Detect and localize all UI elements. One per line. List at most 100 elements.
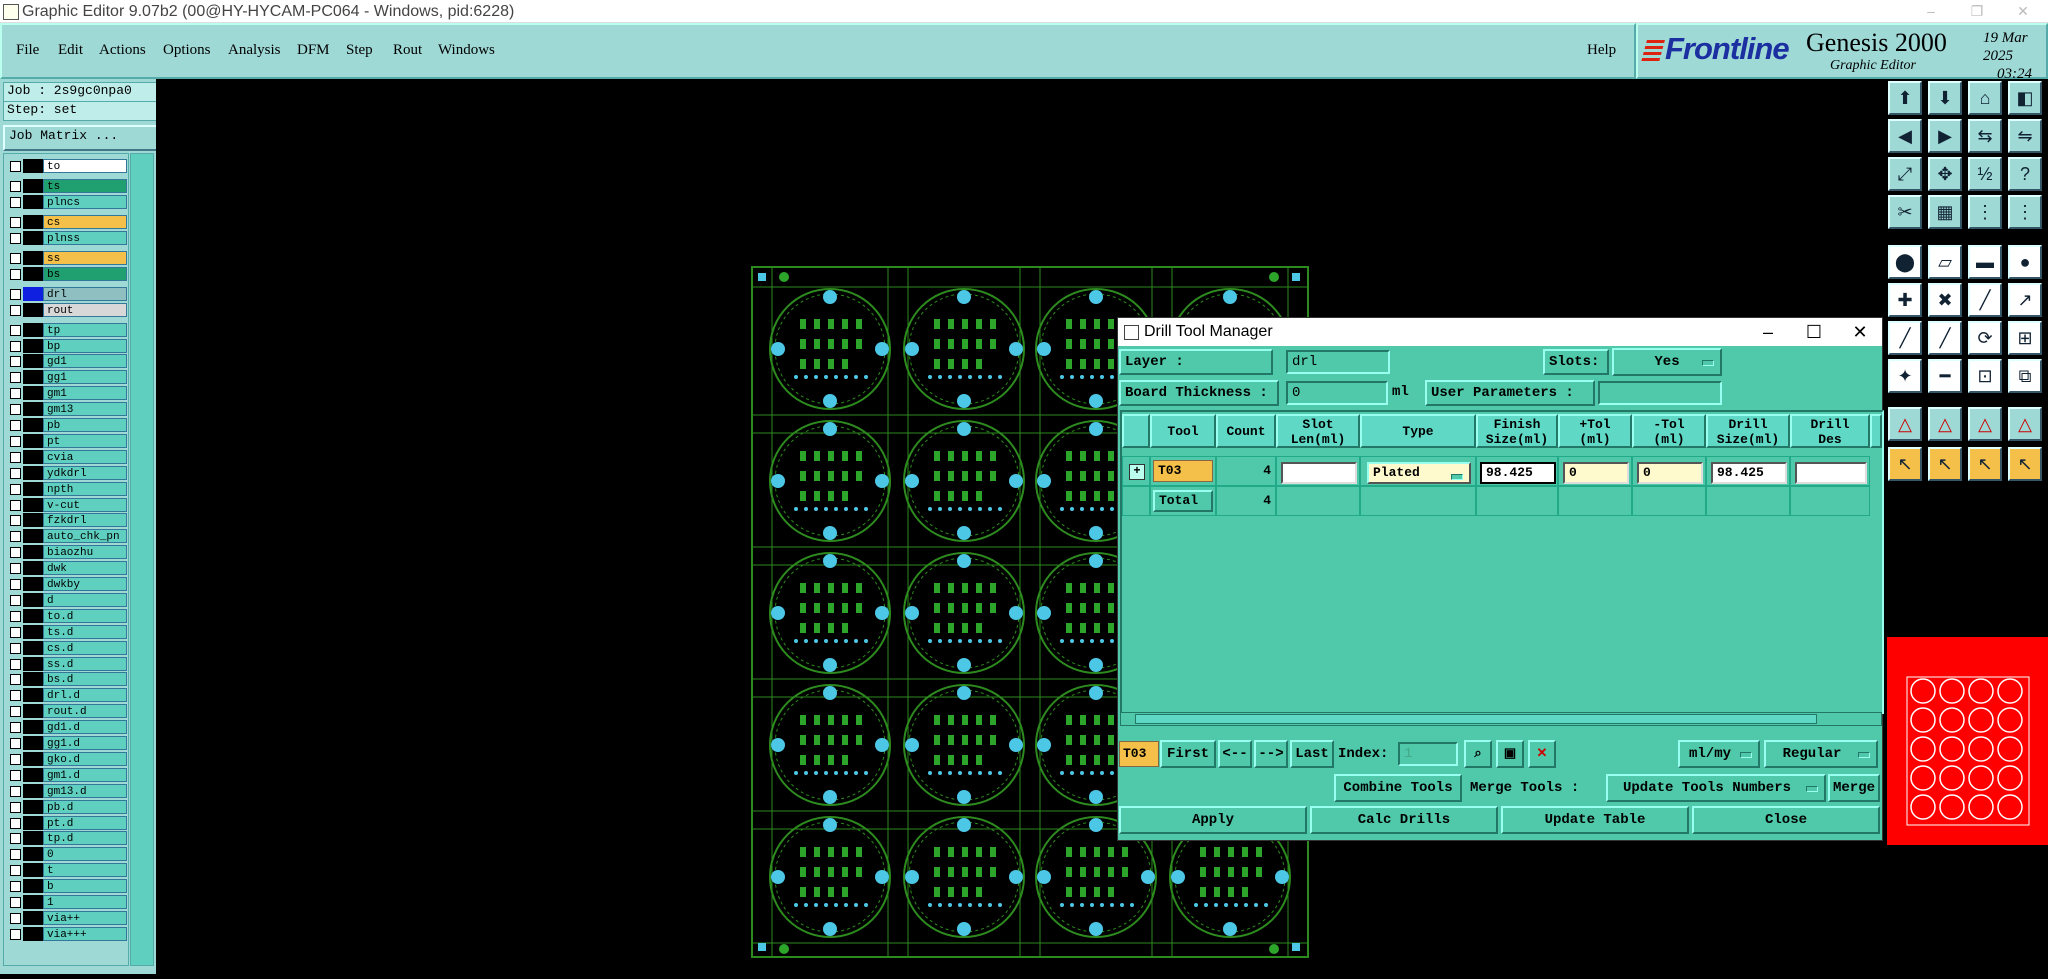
- slots-dropdown[interactable]: Yes: [1612, 348, 1722, 376]
- layer-checkbox[interactable]: [10, 658, 21, 670]
- merge-option-dropdown[interactable]: Update Tools Numbers: [1606, 774, 1826, 802]
- layer-name[interactable]: gm13: [43, 402, 127, 417]
- layer-checkbox[interactable]: [10, 404, 21, 416]
- measure-icon[interactable]: ✂: [1888, 195, 1922, 229]
- row-tool[interactable]: T03: [1150, 456, 1216, 486]
- close-window-button[interactable]: ✕: [2008, 0, 2038, 23]
- layer-name[interactable]: to.d: [43, 608, 127, 623]
- layer-checkbox[interactable]: [10, 515, 21, 527]
- layer-checkbox[interactable]: [10, 304, 21, 316]
- layer-name[interactable]: plnss: [43, 230, 127, 245]
- snap2-icon[interactable]: ⋮: [2008, 195, 2042, 229]
- layer-color-swatch[interactable]: [23, 497, 43, 512]
- layer-name[interactable]: drl.d: [43, 688, 127, 703]
- layer-row-gg1[interactable]: gg1: [6, 370, 127, 385]
- layer-color-swatch[interactable]: [23, 322, 43, 337]
- layer-row-pb.d[interactable]: pb.d: [6, 799, 127, 814]
- layer-color-swatch[interactable]: [23, 895, 43, 909]
- clear-icon[interactable]: ✕: [1528, 740, 1556, 768]
- save-icon[interactable]: ▣: [1496, 740, 1524, 768]
- layer-checkbox[interactable]: [10, 372, 21, 384]
- help-icon[interactable]: ?: [2008, 157, 2042, 191]
- prev-icon[interactable]: ◀: [1888, 119, 1922, 153]
- layer-row-plnss[interactable]: plnss: [6, 230, 127, 245]
- layer-row-via+++[interactable]: via+++: [6, 926, 127, 941]
- row-drill-des-input[interactable]: [1795, 462, 1867, 484]
- layer-color-swatch[interactable]: [23, 926, 43, 941]
- layer-color-swatch[interactable]: [23, 736, 43, 750]
- mode-dropdown[interactable]: Regular: [1764, 740, 1878, 768]
- layer-color-swatch[interactable]: [23, 465, 43, 480]
- home-icon[interactable]: ⌂: [1968, 81, 2002, 115]
- layer-name[interactable]: gg1.d: [43, 736, 127, 750]
- layer-color-swatch[interactable]: [23, 863, 43, 878]
- layer-name[interactable]: via+++: [43, 926, 127, 941]
- arrow-icon[interactable]: ↗: [2008, 283, 2042, 317]
- layer-color-swatch[interactable]: [23, 402, 43, 417]
- column-header-tool[interactable]: Tool: [1150, 414, 1216, 448]
- layer-color-swatch[interactable]: [23, 847, 43, 862]
- layer-color-swatch[interactable]: [23, 354, 43, 369]
- units-dropdown[interactable]: ml/my: [1678, 740, 1760, 768]
- apply-button[interactable]: Apply: [1119, 806, 1307, 834]
- layer-checkbox[interactable]: [10, 722, 21, 734]
- layer-name[interactable]: auto_chk_pn: [43, 529, 127, 544]
- layer-name[interactable]: t: [43, 863, 127, 878]
- scale-icon[interactable]: ½: [1968, 157, 2002, 191]
- layer-row-bs[interactable]: bs: [6, 266, 127, 281]
- select4-icon[interactable]: ↖: [2008, 447, 2042, 481]
- line-icon[interactable]: ▬: [1968, 245, 2002, 279]
- layer-name[interactable]: gm1: [43, 386, 127, 401]
- dialog-minimize-button[interactable]: –: [1750, 318, 1786, 346]
- layer-name[interactable]: cvia: [43, 449, 127, 464]
- layer-name[interactable]: gm1.d: [43, 767, 127, 782]
- layer-color-swatch[interactable]: [23, 720, 43, 735]
- layer-row-cs.d[interactable]: cs.d: [6, 640, 127, 655]
- layer-name[interactable]: cs: [43, 214, 127, 229]
- layer-checkbox[interactable]: [10, 388, 21, 400]
- layer-checkbox[interactable]: [10, 451, 21, 463]
- zoom-fit-icon[interactable]: ⤢: [1888, 157, 1922, 191]
- layer-checkbox[interactable]: [10, 738, 21, 749]
- layer-row-gg1.d[interactable]: gg1.d: [6, 736, 127, 750]
- layer-name[interactable]: to: [43, 159, 127, 173]
- dialog-maximize-button[interactable]: ☐: [1796, 318, 1832, 346]
- column-header-count[interactable]: Count: [1216, 414, 1276, 448]
- layer-checkbox[interactable]: [10, 626, 21, 638]
- layer-row-gd1[interactable]: gd1: [6, 354, 127, 369]
- job-matrix-button[interactable]: Job Matrix ...: [3, 125, 161, 151]
- minimize-window-button[interactable]: –: [1916, 0, 1946, 23]
- menu-help[interactable]: Help: [1587, 42, 1616, 59]
- layer-color-swatch[interactable]: [23, 302, 43, 317]
- column-header-drill-des[interactable]: Drill Des: [1790, 414, 1870, 448]
- select3-icon[interactable]: ↖: [1968, 447, 2002, 481]
- layer-color-swatch[interactable]: [23, 783, 43, 798]
- layer-name[interactable]: cs.d: [43, 640, 127, 655]
- layer-row-pt[interactable]: pt: [6, 433, 127, 448]
- layer-name[interactable]: ts.d: [43, 624, 127, 639]
- layer-row-drl[interactable]: drl: [6, 286, 127, 301]
- layer-checkbox[interactable]: [10, 547, 21, 559]
- menu-windows[interactable]: Windows: [438, 42, 495, 59]
- layer-name[interactable]: tp: [43, 322, 127, 337]
- select-icon[interactable]: ↖: [1888, 447, 1922, 481]
- menu-edit[interactable]: Edit: [58, 42, 83, 59]
- row-plus-tol-input[interactable]: 0: [1563, 462, 1629, 484]
- layer-row-b[interactable]: b: [6, 879, 127, 894]
- layer-row-fzkdrl[interactable]: fzkdrl: [6, 513, 127, 528]
- layer-row-npth[interactable]: npth: [6, 481, 127, 496]
- first-button[interactable]: First: [1160, 740, 1216, 768]
- layer-list-scrollbar[interactable]: [130, 153, 154, 966]
- layer-name[interactable]: npth: [43, 481, 127, 496]
- layer-row-via++[interactable]: via++: [6, 910, 127, 925]
- column-header-type[interactable]: Type: [1360, 414, 1476, 448]
- close-button[interactable]: Close: [1692, 806, 1880, 834]
- menu-file[interactable]: File: [16, 42, 39, 59]
- layer-color-swatch[interactable]: [23, 433, 43, 448]
- layer-row-ss.d[interactable]: ss.d: [6, 656, 127, 671]
- layer-color-swatch[interactable]: [23, 386, 43, 401]
- delete-icon[interactable]: ✖: [1928, 283, 1962, 317]
- layer-checkbox[interactable]: [10, 753, 21, 765]
- layer-name[interactable]: rout.d: [43, 704, 127, 719]
- layer-checkbox[interactable]: [10, 288, 21, 300]
